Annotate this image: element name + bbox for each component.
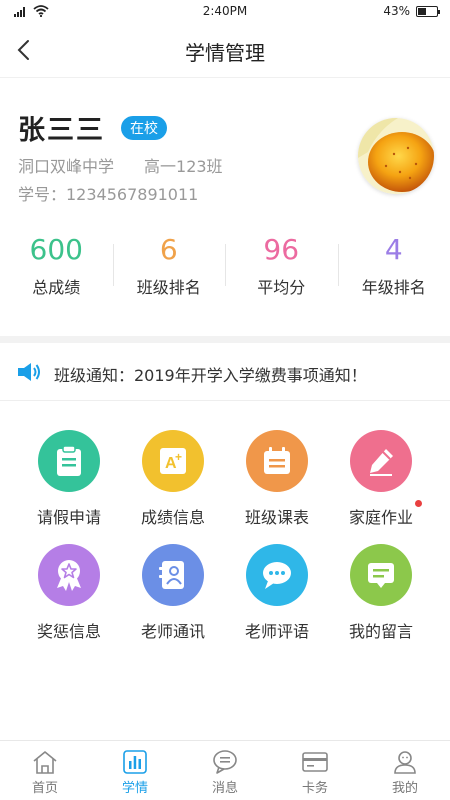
- svg-text:+: +: [175, 450, 182, 464]
- pencil-icon: [350, 430, 412, 492]
- grid-item-awards[interactable]: 奖惩信息: [17, 544, 121, 644]
- stat-value: 96: [263, 233, 300, 266]
- grid-label: 班级课表: [244, 508, 309, 527]
- notice-text: 班级通知：2019年开学入学缴费事项通知！: [54, 366, 367, 385]
- stat-value: 4: [384, 233, 403, 266]
- chart-icon: [123, 750, 147, 774]
- stats-row: 600 总成绩 6 班级排名 96 平均分 4 年级排名: [0, 230, 450, 310]
- tab-study[interactable]: 学情: [90, 741, 180, 800]
- speaker-icon: [18, 363, 40, 381]
- stat-value: 6: [159, 233, 178, 266]
- grid-label: 请假申请: [36, 508, 101, 527]
- grid-label: 成绩信息: [140, 508, 205, 527]
- grid-label: 家庭作业: [348, 508, 413, 527]
- stat-grade-rank[interactable]: 4 年级排名: [337, 230, 450, 310]
- tab-label: 卡务: [301, 781, 328, 796]
- grid-item-teacher-contacts[interactable]: 老师通讯: [121, 544, 225, 644]
- award-icon: [38, 544, 100, 606]
- grid-label: 老师通讯: [140, 622, 205, 641]
- stat-label: 年级排名: [361, 278, 426, 297]
- status-right: 43%: [383, 4, 440, 18]
- avatar[interactable]: [358, 118, 434, 194]
- profile-card: 张三三 在校 洞口双峰中学 高一123班 学号：1234567891011 60…: [0, 78, 450, 340]
- class-notice[interactable]: 班级通知：2019年开学入学缴费事项通知！: [0, 343, 450, 401]
- avatar-image: [358, 118, 434, 194]
- grid-item-grades[interactable]: A + 成绩信息: [121, 430, 225, 530]
- status-badge: 在校: [121, 115, 167, 140]
- stat-total-score[interactable]: 600 总成绩: [0, 230, 113, 310]
- stat-label: 总成绩: [32, 278, 81, 297]
- tab-label: 学情: [121, 781, 148, 796]
- calendar-icon: [246, 430, 308, 492]
- chat-icon: [246, 544, 308, 606]
- tab-profile[interactable]: 我的: [360, 741, 450, 800]
- page-title: 学情管理: [185, 41, 265, 65]
- stat-label: 平均分: [257, 278, 306, 297]
- home-icon: [33, 751, 57, 774]
- tab-label: 我的: [391, 781, 418, 796]
- card-icon: [302, 752, 328, 772]
- tab-home[interactable]: 首页: [0, 741, 90, 800]
- message-bubble-icon: [213, 750, 237, 774]
- grid-label: 奖惩信息: [36, 622, 101, 641]
- notification-dot: [415, 500, 422, 507]
- section-divider: [0, 336, 450, 343]
- school-row: 洞口双峰中学 高一123班: [18, 153, 223, 177]
- grid-item-homework[interactable]: 家庭作业: [329, 430, 433, 530]
- tab-messages[interactable]: 消息: [180, 741, 270, 800]
- tab-label: 消息: [211, 781, 238, 796]
- tab-bar: 首页 学情 消息 卡务 我的: [0, 740, 450, 800]
- student-id: 学号：1234567891011: [18, 185, 199, 204]
- grid-item-my-messages[interactable]: 我的留言: [329, 544, 433, 644]
- tab-label: 首页: [31, 781, 58, 796]
- clipboard-icon: [38, 430, 100, 492]
- school-name: 洞口双峰中学: [18, 157, 115, 176]
- battery-fill: [418, 7, 426, 15]
- grid-item-teacher-comments[interactable]: 老师评语: [225, 544, 329, 644]
- tab-card[interactable]: 卡务: [270, 741, 360, 800]
- class-name: 高一123班: [144, 157, 223, 176]
- battery-icon: [416, 5, 440, 17]
- user-icon: [394, 751, 416, 774]
- nav-bar: 学情管理: [0, 24, 450, 78]
- student-name: 张三三: [18, 115, 105, 146]
- grid-item-leave[interactable]: 请假申请: [17, 430, 121, 530]
- grid-label: 老师评语: [244, 622, 309, 641]
- name-row: 张三三 在校: [18, 108, 167, 147]
- grid-label: 我的留言: [348, 622, 413, 641]
- stat-average[interactable]: 96 平均分: [225, 230, 338, 310]
- contacts-icon: [142, 544, 204, 606]
- status-bar: 2:40PM 43%: [0, 0, 450, 24]
- stat-value: 600: [29, 233, 83, 266]
- stat-label: 班级排名: [136, 278, 201, 297]
- battery-percent: 43%: [383, 4, 410, 18]
- grade-icon: A +: [142, 430, 204, 492]
- stat-class-rank[interactable]: 6 班级排名: [112, 230, 226, 310]
- grid-item-timetable[interactable]: 班级课表: [225, 430, 329, 530]
- message-icon: [350, 544, 412, 606]
